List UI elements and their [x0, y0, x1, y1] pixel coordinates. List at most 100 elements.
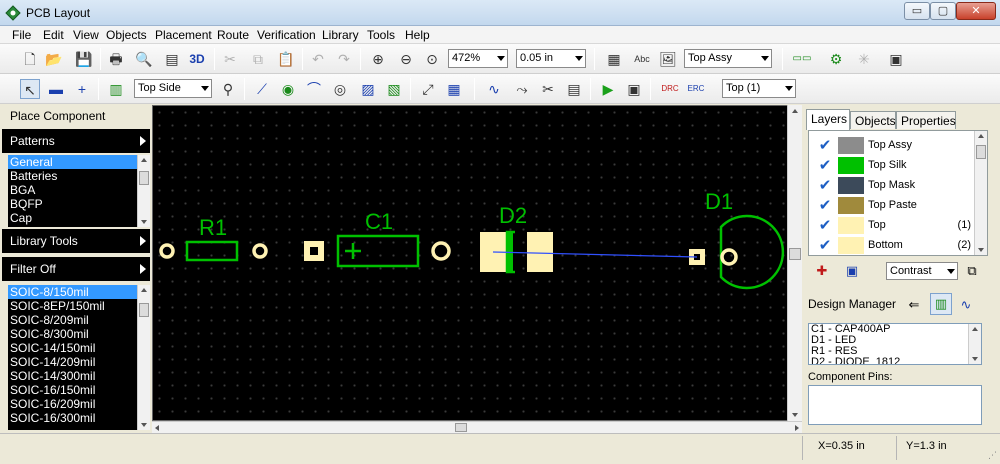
zoom-fit-icon[interactable]: ⊙ — [422, 49, 442, 69]
select-pointer-icon[interactable]: ↖ — [20, 79, 40, 99]
menu-objects[interactable]: Objects — [106, 28, 147, 42]
route-options-icon[interactable]: ▤ — [564, 79, 584, 99]
layer-row-top[interactable]: ✔ Top (1) — [813, 216, 973, 235]
layer-row-top-silk[interactable]: ✔ Top Silk — [813, 156, 973, 175]
filter-header[interactable]: Filter Off — [2, 257, 150, 281]
add-layer-icon[interactable]: ✚ — [814, 263, 830, 279]
layer-color-swatch[interactable] — [838, 217, 864, 234]
r1-pad-2[interactable] — [252, 243, 268, 259]
layer-copy-icon[interactable]: ⧉ — [964, 263, 980, 279]
arc-tool-icon[interactable]: ⌒ — [304, 79, 324, 99]
list-item[interactable]: D2 - DIODE_1812 — [809, 357, 981, 365]
menu-view[interactable]: View — [73, 28, 99, 42]
scroll-thumb[interactable] — [976, 145, 986, 159]
report-icon[interactable]: ▤ — [162, 49, 182, 69]
checkmark-icon[interactable]: ✔ — [813, 137, 837, 154]
checkmark-icon[interactable]: ✔ — [813, 177, 837, 194]
autoroute-icon[interactable]: ⤳ — [512, 79, 532, 99]
text-tool-icon[interactable]: Abc — [632, 49, 652, 69]
list-item[interactable]: General — [8, 155, 150, 169]
design-manager-tree-icon[interactable]: ⇐ — [906, 297, 922, 313]
undo-icon[interactable]: ↶ — [308, 49, 328, 69]
patterns-header[interactable]: Patterns — [2, 129, 150, 153]
layer-row-top-mask[interactable]: ✔ Top Mask — [813, 176, 973, 195]
route-wire-icon[interactable]: ∿ — [484, 79, 504, 99]
component-view-icon[interactable]: ▥ — [930, 293, 952, 315]
menu-verification[interactable]: Verification — [257, 28, 316, 42]
unroute-icon[interactable]: ✂ — [538, 79, 558, 99]
tab-properties[interactable]: Properties — [896, 111, 956, 129]
pattern-list[interactable]: SOIC-8/150mil SOIC-8EP/150mil SOIC-8/209… — [8, 285, 150, 430]
layer-color-swatch[interactable] — [838, 237, 864, 254]
resize-grip-icon[interactable]: ⋰ — [988, 450, 997, 461]
checkmark-icon[interactable]: ✔ — [813, 157, 837, 174]
layer-row-bottom[interactable]: ✔ Bottom (2) — [813, 236, 973, 255]
list-item[interactable]: SOIC-16/209mil — [8, 397, 150, 411]
pcb-drawing[interactable]: R1 C1 D2 D1 — [153, 106, 789, 422]
polygon-tool-icon[interactable]: ▨ — [358, 79, 378, 99]
list-item[interactable]: SOIC-8/209mil — [8, 313, 150, 327]
list-item[interactable]: Cap — [8, 211, 150, 225]
layer-color-swatch[interactable] — [838, 177, 864, 194]
layer-color-swatch[interactable] — [838, 137, 864, 154]
design-items-scrollbar[interactable] — [968, 324, 981, 364]
paste-icon[interactable]: 📋 — [276, 49, 296, 69]
r1-designator[interactable]: R1 — [199, 215, 227, 240]
new-file-icon[interactable]: 🗋 — [20, 49, 40, 69]
zoom-out-icon[interactable]: ⊖ — [396, 49, 416, 69]
design-items-list[interactable]: C1 - CAP400AP D1 - LED R1 - RES D2 - DIO… — [808, 323, 982, 365]
pcb-canvas[interactable]: R1 C1 D2 D1 — [152, 105, 802, 421]
list-item[interactable]: SOIC-8/150mil — [8, 285, 150, 299]
scroll-thumb[interactable] — [789, 248, 801, 260]
close-button[interactable]: ✕ — [956, 2, 996, 20]
ratsnest-line[interactable] — [492, 251, 698, 258]
menu-library[interactable]: Library — [322, 28, 359, 42]
print-preview-icon[interactable]: 🔍 — [134, 49, 154, 69]
route-off-icon[interactable]: ✳ — [854, 49, 874, 69]
r1-pad-1[interactable] — [159, 243, 175, 259]
pattern-scrollbar[interactable] — [137, 285, 150, 430]
properties-icon[interactable]: ▣ — [886, 49, 906, 69]
list-item[interactable]: SOIC-16/150mil — [8, 383, 150, 397]
save-icon[interactable]: 💾 — [74, 49, 94, 69]
layer-settings-icon[interactable]: ▦ — [604, 49, 624, 69]
list-item[interactable]: BGA — [8, 183, 150, 197]
list-item[interactable]: SOIC-14/150mil — [8, 341, 150, 355]
scroll-thumb[interactable] — [139, 303, 149, 317]
tab-objects[interactable]: Objects — [850, 111, 896, 129]
netlist-icon[interactable]: ▭▭ — [792, 49, 812, 69]
line-tool-icon[interactable]: ⟋ — [252, 79, 272, 99]
scroll-thumb[interactable] — [139, 171, 149, 185]
chip-icon[interactable]: ▥ — [106, 79, 126, 99]
via-tool-icon[interactable]: ◎ — [330, 79, 350, 99]
measure-icon[interactable]: ▬ — [46, 79, 66, 99]
zoom-select[interactable]: 472% — [448, 49, 508, 68]
component-pins-list[interactable] — [808, 385, 982, 425]
copper-pour-icon[interactable]: ▧ — [384, 79, 404, 99]
checkmark-icon[interactable]: ✔ — [813, 217, 837, 234]
maximize-button[interactable]: ▢ — [930, 2, 956, 20]
erc-icon[interactable]: ERC — [686, 79, 706, 99]
d2-pad-2[interactable] — [527, 232, 553, 272]
crosshair-icon[interactable]: + — [72, 79, 92, 99]
menu-file[interactable]: File — [12, 28, 31, 42]
layer-view-select[interactable]: Top Assy — [684, 49, 772, 68]
list-item[interactable]: SOIC-8EP/150mil — [8, 299, 150, 313]
dimension-icon[interactable]: ⤢ — [418, 79, 438, 99]
view-3d-button[interactable]: 3D — [187, 49, 207, 69]
layer-color-swatch[interactable] — [838, 197, 864, 214]
c1-pad-2[interactable] — [431, 241, 451, 261]
copy-icon[interactable]: ⧉ — [248, 49, 268, 69]
list-item[interactable]: BQFP — [8, 197, 150, 211]
run-play-icon[interactable]: ▶ — [598, 79, 618, 99]
tab-layers[interactable]: Layers — [806, 109, 850, 130]
checkmark-icon[interactable]: ✔ — [813, 197, 837, 214]
d1-pad-2[interactable] — [720, 248, 738, 266]
open-folder-icon[interactable]: 📂 — [44, 49, 64, 69]
c1-designator[interactable]: C1 — [365, 209, 393, 234]
library-tools-header[interactable]: Library Tools — [2, 229, 150, 253]
d2-designator[interactable]: D2 — [499, 203, 527, 228]
menu-tools[interactable]: Tools — [367, 28, 395, 42]
pattern-category-list[interactable]: General Batteries BGA BQFP Cap — [8, 155, 150, 227]
zoom-in-icon[interactable]: ⊕ — [368, 49, 388, 69]
